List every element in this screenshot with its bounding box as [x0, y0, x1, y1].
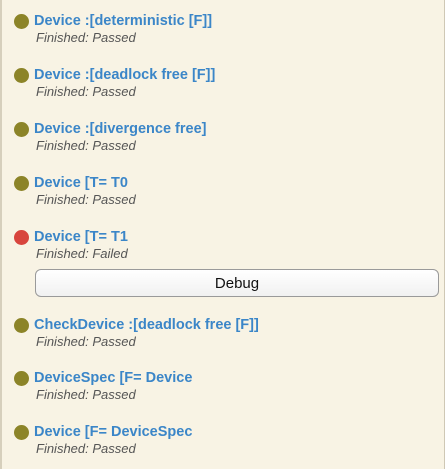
status-passed-icon — [14, 175, 29, 191]
assertion-results-panel: Device :[deterministic [F]] Finished: Pa… — [0, 0, 445, 469]
status-passed-icon — [14, 370, 29, 386]
result-item: CheckDevice :[deadlock free [F]] Finishe… — [14, 316, 441, 349]
status-passed-icon — [14, 13, 29, 29]
result-item: Device :[deterministic [F]] Finished: Pa… — [14, 12, 441, 45]
result-item: DeviceSpec [F= Device Finished: Passed — [14, 369, 441, 402]
result-title-link[interactable]: DeviceSpec [F= Device — [34, 370, 192, 386]
result-status: Finished: Passed — [36, 84, 136, 99]
result-status: Finished: Passed — [36, 30, 136, 45]
status-passed-icon — [14, 67, 29, 83]
result-item: Device :[deadlock free [F]] Finished: Pa… — [14, 66, 441, 99]
status-passed-icon — [14, 121, 29, 137]
result-status: Finished: Passed — [36, 138, 136, 153]
panel-left-border — [0, 0, 2, 469]
result-status: Finished: Passed — [36, 441, 136, 456]
result-title-link[interactable]: Device :[deadlock free [F]] — [34, 67, 215, 83]
result-title-link[interactable]: Device :[deterministic [F]] — [34, 13, 212, 29]
result-item: Device [F= DeviceSpec Finished: Passed — [14, 423, 441, 456]
result-item: Device [T= T0 Finished: Passed — [14, 174, 441, 207]
result-status: Finished: Passed — [36, 387, 136, 402]
result-item: Device :[divergence free] Finished: Pass… — [14, 120, 441, 153]
status-failed-icon — [14, 229, 29, 245]
result-title-link[interactable]: Device [T= T0 — [34, 175, 128, 191]
result-title-link[interactable]: CheckDevice :[deadlock free [F]] — [34, 317, 259, 333]
result-status: Finished: Passed — [36, 192, 136, 207]
result-title-link[interactable]: Device :[divergence free] — [34, 121, 206, 137]
result-status: Finished: Passed — [36, 334, 136, 349]
result-item-failed: Device [T= T1 Finished: Failed — [14, 228, 441, 261]
result-title-link[interactable]: Device [T= T1 — [34, 229, 128, 245]
status-passed-icon — [14, 424, 29, 440]
debug-button[interactable]: Debug — [35, 269, 439, 297]
result-title-link[interactable]: Device [F= DeviceSpec — [34, 424, 192, 440]
status-passed-icon — [14, 317, 29, 333]
result-status: Finished: Failed — [36, 246, 128, 261]
